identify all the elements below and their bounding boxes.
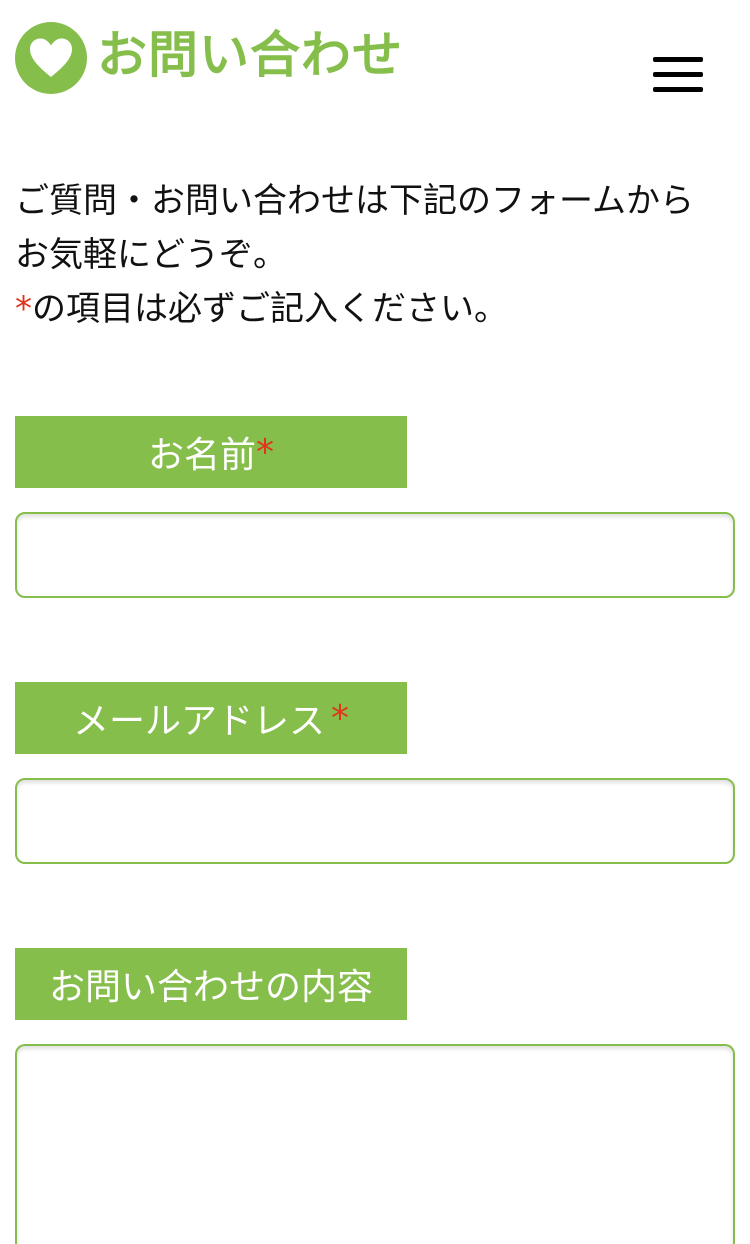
hamburger-menu-icon[interactable] [648,52,708,102]
email-input[interactable] [15,778,735,864]
name-label-text: お名前 [147,435,256,476]
message-textarea[interactable] [15,1044,735,1244]
required-mark: * [15,289,32,329]
email-label: メールアドレス * [15,682,407,754]
name-label: お名前 * [15,416,407,488]
message-label: お問い合わせの内容 [15,948,407,1020]
email-label-text: メールアドレス [72,701,325,742]
page-title: お問い合わせ [97,26,403,84]
heart-icon [15,22,87,94]
name-required-mark: * [256,431,274,473]
intro-line-2: お気軽にどうぞ。 [15,235,287,275]
header: お問い合わせ [0,0,750,120]
intro-line-3: *の項目は必ずご記入ください。 [15,282,740,336]
intro-line-1: ご質問・お問い合わせは下記のフォームから [15,181,694,221]
required-note: の項目は必ずご記入ください。 [32,289,508,329]
email-required-mark: * [331,697,349,739]
message-label-text: お問い合わせの内容 [48,967,373,1008]
intro-text: ご質問・お問い合わせは下記のフォームから お気軽にどうぞ。 *の項目は必ずご記入… [15,174,740,336]
name-input[interactable] [15,512,735,598]
